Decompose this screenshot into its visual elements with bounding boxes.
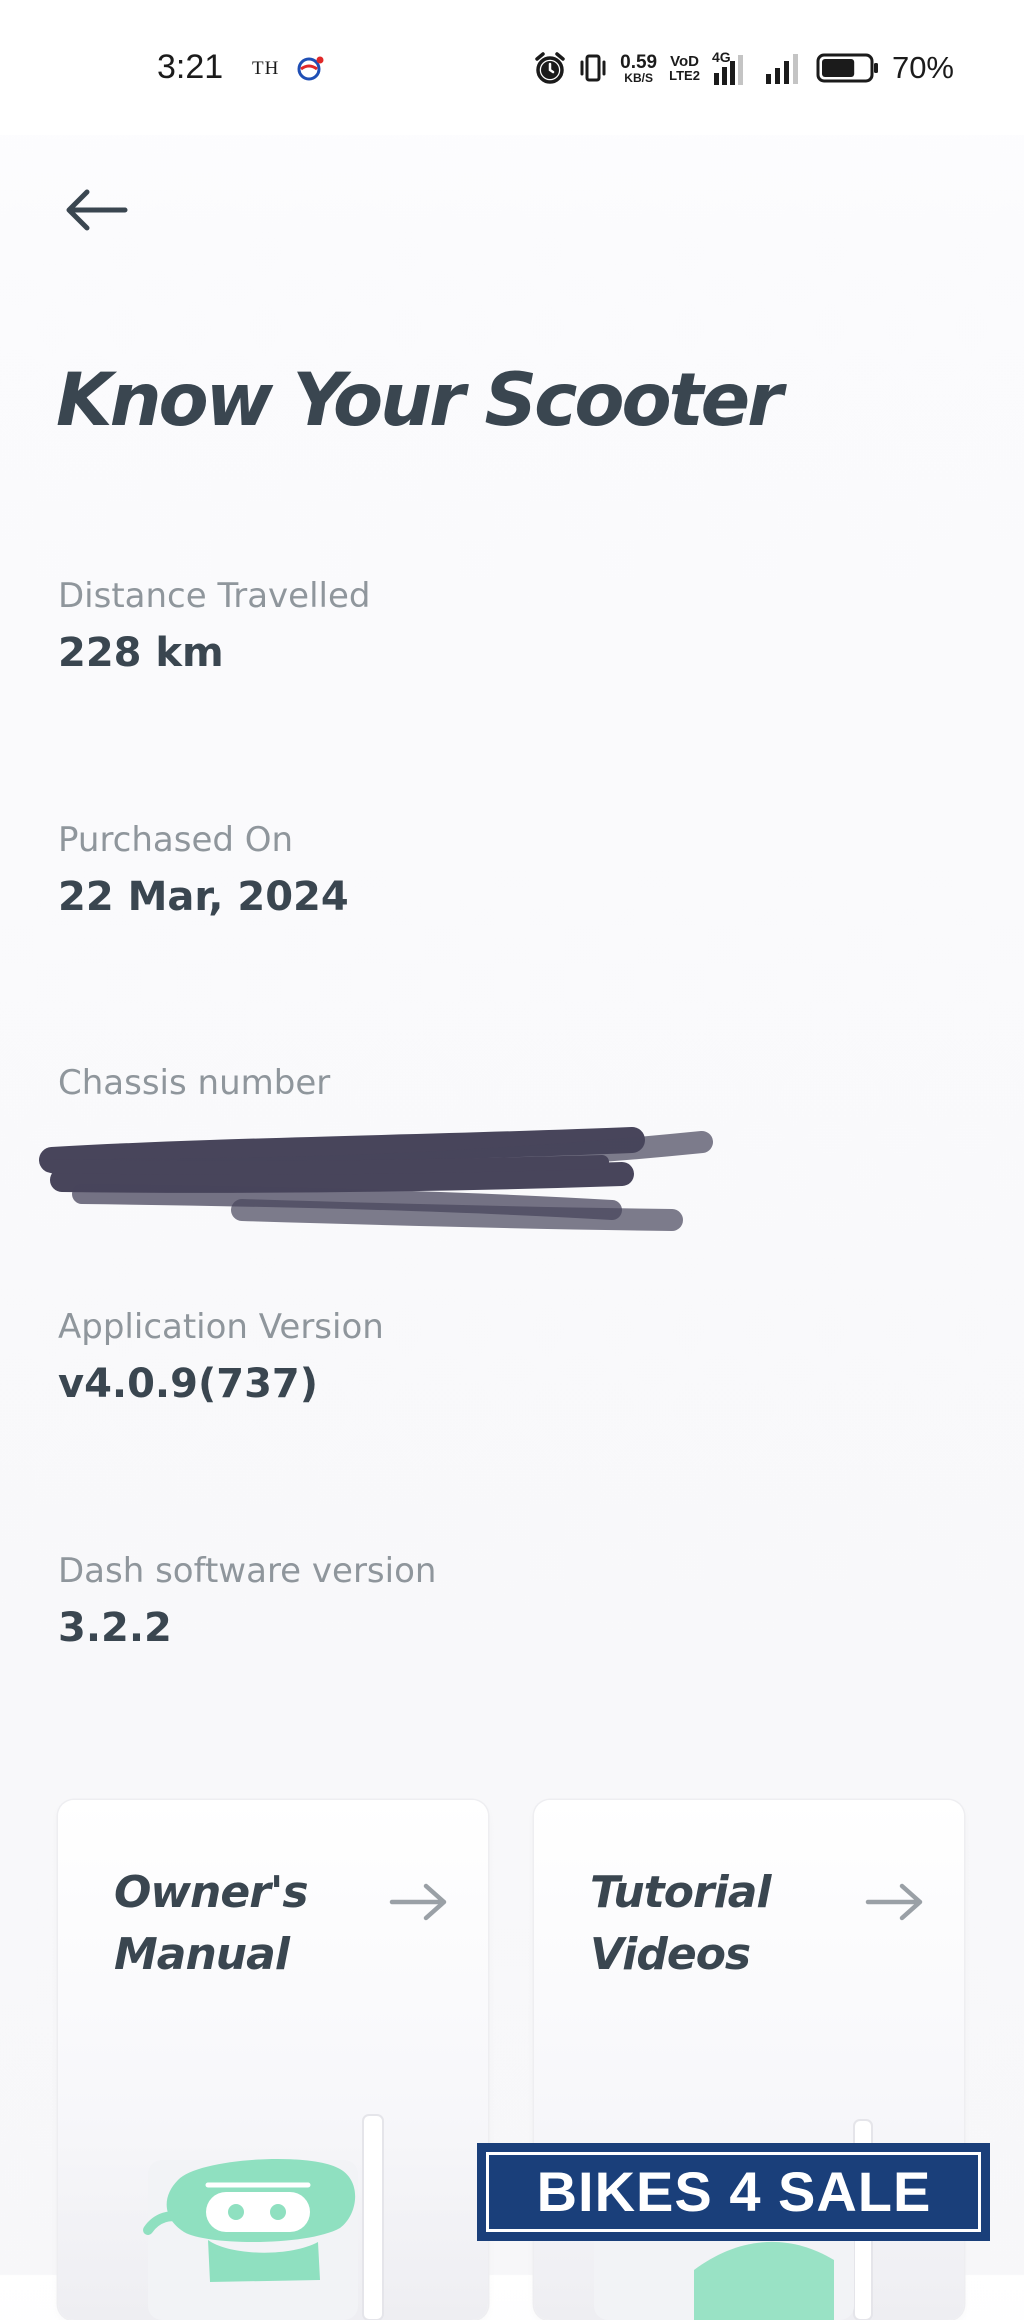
distance-value: 228 km xyxy=(58,630,224,676)
back-button[interactable] xyxy=(56,175,136,245)
application-version-item: Application Version v4.0.9(737) xyxy=(58,1307,384,1407)
purchased-on-item: Purchased On 22 Mar, 2024 xyxy=(58,820,349,920)
signal-4g-group: 4G xyxy=(712,49,752,87)
dash-version-value: 3.2.2 xyxy=(58,1605,172,1651)
vibrate-icon xyxy=(580,54,606,82)
purchased-label: Purchased On xyxy=(58,820,294,860)
dash-version-label: Dash software version xyxy=(58,1551,437,1591)
bikes4sale-watermark: BIKES 4 SALE xyxy=(477,2143,990,2241)
app-version-value: v4.0.9(737) xyxy=(58,1361,319,1407)
bikes4sale-logo: BIKES 4 SALE xyxy=(536,2160,931,2223)
volte-indicator: VoD LTE2 xyxy=(669,53,700,83)
status-carrier: TH xyxy=(252,58,280,79)
purchased-value: 22 Mar, 2024 xyxy=(58,874,349,920)
signal-bars-icon xyxy=(765,54,798,84)
network-speed: 0.59 KB/S xyxy=(620,51,658,85)
arrow-left-icon xyxy=(66,189,128,231)
chassis-number-item: Chassis number xyxy=(58,1063,330,1117)
owners-manual-card[interactable]: Owner's Manual xyxy=(58,1800,488,2320)
svg-text:BIKES 4 SALE: BIKES 4 SALE xyxy=(536,2160,931,2223)
battery-percent: 70% xyxy=(891,50,954,85)
status-bar: 3:21 TH 0.59 KB/S VoD LTE2 4G 70% xyxy=(0,0,1024,135)
watermark-frame: BIKES 4 SALE xyxy=(486,2152,981,2232)
status-right-group: 0.59 KB/S VoD LTE2 4G 70% xyxy=(534,48,954,88)
distance-travelled-item: Distance Travelled 228 km xyxy=(58,576,371,676)
alarm-clock-icon xyxy=(535,52,565,84)
chassis-label: Chassis number xyxy=(58,1063,331,1103)
app-version-label: Application Version xyxy=(58,1307,384,1347)
distance-label: Distance Travelled xyxy=(58,576,371,616)
tutorial-videos-card[interactable]: Tutorial Videos xyxy=(534,1800,964,2320)
dash-software-version-item: Dash software version 3.2.2 xyxy=(58,1551,436,1651)
redaction-scribble xyxy=(39,1127,713,1231)
status-time: 3:21 xyxy=(157,48,224,86)
app-notification-icon xyxy=(297,56,324,81)
video-illustration xyxy=(594,2119,873,2320)
signal-bars-icon xyxy=(713,55,743,85)
battery-icon xyxy=(816,53,878,83)
page-title: Know Your Scooter xyxy=(56,358,783,443)
manual-illustration xyxy=(143,2114,384,2320)
